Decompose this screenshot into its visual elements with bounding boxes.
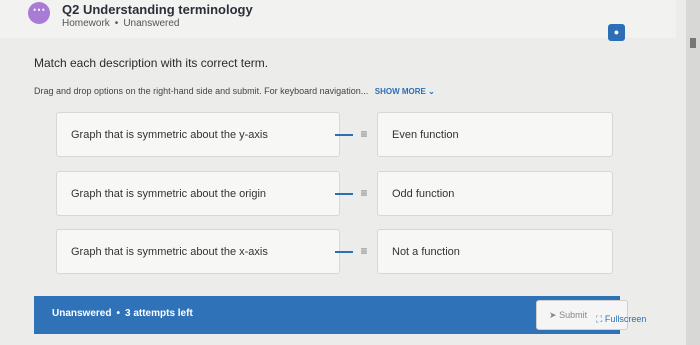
footer-status: Unanswered • 3 attempts left (52, 308, 193, 319)
separator-dot: • (114, 18, 119, 29)
scrollbar-thumb[interactable] (690, 38, 696, 48)
connector-line (335, 251, 353, 253)
submit-label: Submit (559, 310, 588, 320)
question-prompt: Match each description with its correct … (34, 56, 269, 70)
footer-bar: Unanswered • 3 attempts left ➤ Submit (34, 296, 628, 334)
answer-status: Unanswered (52, 308, 112, 319)
question-category: Homework (62, 18, 110, 29)
description-box: Graph that is symmetric about the y-axis (56, 112, 340, 157)
separator-dot: • (116, 308, 120, 319)
more-icon[interactable]: ⋯ (28, 2, 50, 24)
instructions-text: Drag and drop options on the right-hand … (34, 86, 369, 96)
header: ⋯ Q2 Understanding terminology Homework •… (0, 0, 676, 41)
drag-handle-icon[interactable]: ≡ (356, 243, 372, 259)
fullscreen-label: Fullscreen (604, 314, 647, 324)
connector-line (335, 134, 353, 136)
question-status: Unanswered (123, 18, 180, 29)
fullscreen-icon: ⛶ (596, 314, 603, 324)
drag-handle-icon[interactable]: ≡ (356, 126, 372, 142)
fullscreen-link[interactable]: ⛶ Fullscreen (596, 314, 646, 325)
instructions: Drag and drop options on the right-hand … (34, 86, 435, 96)
description-box: Graph that is symmetric about the x-axis (56, 229, 340, 274)
scrollbar[interactable] (686, 0, 700, 345)
send-icon: ➤ (549, 310, 557, 320)
attempts-left: 3 attempts left (124, 308, 193, 319)
drag-handle-icon[interactable]: ≡ (356, 185, 372, 201)
chevron-down-icon: ⌄ (428, 87, 435, 96)
description-box: Graph that is symmetric about the origin (56, 171, 340, 216)
connector-line (335, 193, 353, 195)
question-title: Q2 Understanding terminology (62, 2, 253, 17)
info-icon[interactable]: ● (608, 24, 625, 41)
term-option[interactable]: Not a function (377, 229, 613, 274)
term-option[interactable]: Even function (377, 112, 613, 157)
show-more-link[interactable]: SHOW MORE ⌄ (375, 87, 435, 96)
question-meta: Homework • Unanswered (62, 18, 179, 29)
term-option[interactable]: Odd function (377, 171, 613, 216)
